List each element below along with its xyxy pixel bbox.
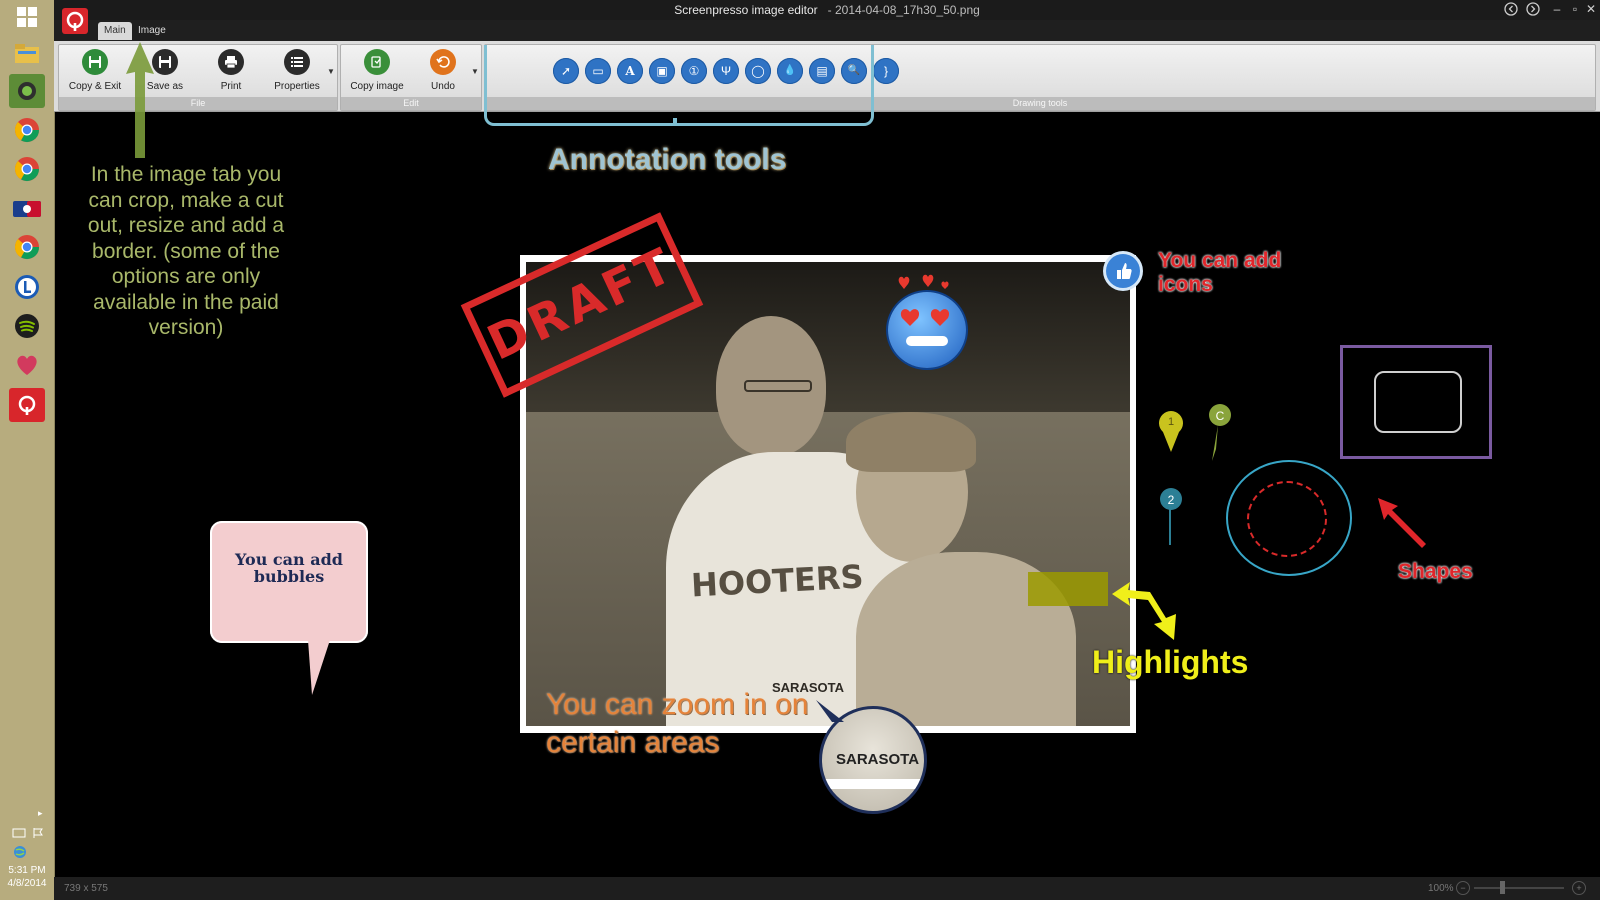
globe-icon[interactable]	[13, 845, 27, 864]
windows-start-icon[interactable]	[9, 0, 45, 34]
zoom-level: 100%	[1428, 883, 1454, 894]
show-hidden-icons-icon[interactable]: ▸	[38, 808, 43, 819]
print-icon	[218, 49, 244, 75]
title-bar: Screenpresso image editor - 2014-04-08_1…	[54, 0, 1600, 20]
file-group-label: File	[59, 97, 337, 110]
man-glasses	[744, 380, 812, 392]
copy-exit-label: Copy & Exit	[68, 81, 122, 92]
edit-group: Copy image Undo ▼ Edit	[340, 44, 482, 111]
save-icon	[82, 49, 108, 75]
ribbon-tab-row: Main Image	[54, 8, 1600, 41]
pin-2-label: 2	[1167, 493, 1175, 507]
zoom-caption: You can zoom in on certain areas	[546, 688, 809, 759]
back-icon[interactable]	[1502, 2, 1520, 19]
brace-tool-icon[interactable]: }	[873, 58, 899, 84]
spotify-icon[interactable]	[9, 309, 45, 343]
chrome-icon[interactable]	[9, 152, 45, 186]
print-button[interactable]: Print	[199, 49, 263, 92]
print-label: Print	[220, 81, 242, 92]
undo-button[interactable]: Undo	[411, 49, 475, 92]
undo-icon	[430, 49, 456, 75]
title-separator: -	[827, 3, 832, 17]
file-explorer-icon[interactable]	[9, 36, 45, 70]
magnifier-pointer	[816, 700, 844, 722]
status-bar: 739 x 575 100% − +	[54, 877, 1600, 900]
add-icons-caption: You can add icons	[1158, 249, 1282, 296]
heart-app-icon[interactable]	[9, 348, 45, 382]
magnifier-stripe	[822, 779, 924, 789]
taskbar-time[interactable]: 5:31 PM	[0, 864, 54, 877]
zoom-out-button[interactable]: −	[1456, 881, 1470, 895]
edit-dropdown-icon[interactable]: ▼	[471, 67, 479, 76]
zoom-in-button[interactable]: +	[1572, 881, 1586, 895]
chrome-icon[interactable]	[9, 230, 45, 264]
close-button[interactable]: ✕	[1582, 2, 1600, 16]
lync-icon[interactable]	[9, 270, 45, 304]
pin-1-label: 1	[1167, 416, 1175, 428]
rounded-rectangle-shape	[1374, 371, 1462, 433]
undo-label: Undo	[431, 81, 455, 92]
zoom-slider-thumb[interactable]	[1500, 881, 1505, 894]
red-arrow-icon	[1378, 498, 1426, 548]
speech-bubble: You can add bubbles	[210, 521, 368, 643]
network-icon[interactable]	[12, 826, 26, 844]
properties-button[interactable]: Properties	[265, 49, 329, 92]
annotation-tools-bracket	[484, 45, 874, 126]
dashed-ellipse-shape	[1247, 481, 1327, 557]
tab-main[interactable]: Main	[98, 22, 132, 40]
tab-image[interactable]: Image	[132, 22, 172, 40]
zoom-slider-track[interactable]	[1474, 887, 1564, 889]
app-title: Screenpresso image editor	[674, 3, 818, 17]
copy-exit-button[interactable]: Copy & Exit	[63, 49, 127, 92]
chrome-icon[interactable]	[9, 113, 45, 147]
file-name: 2014-04-08_17h30_50.png	[834, 3, 980, 17]
file-group: Copy & Exit Save as Print Properties ▼ F…	[58, 44, 338, 111]
flag-icon[interactable]	[32, 826, 44, 844]
edit-group-label: Edit	[341, 97, 481, 110]
highlight-area	[1028, 572, 1108, 606]
windows-taskbar: ▸ 5:31 PM 4/8/2014	[0, 0, 55, 900]
copy-image-button[interactable]: Copy image	[345, 49, 409, 92]
evernote-icon[interactable]	[9, 74, 45, 108]
pin-c-label: C	[1215, 409, 1225, 423]
list-icon	[284, 49, 310, 75]
screenpresso-logo-icon[interactable]	[62, 8, 88, 34]
floating-hearts-icon	[898, 274, 949, 289]
annotation-tools-caption: Annotation tools	[548, 143, 787, 176]
forward-icon[interactable]	[1524, 2, 1542, 19]
bracket-tick	[673, 118, 677, 126]
screenpresso-taskbar-icon[interactable]	[9, 388, 45, 422]
image-dimensions: 739 x 575	[64, 883, 108, 894]
minimize-button[interactable]: –	[1548, 2, 1566, 16]
bubble-tail	[308, 640, 330, 695]
properties-label: Properties	[274, 81, 320, 92]
taskbar-date[interactable]: 4/8/2014	[0, 877, 54, 890]
copy-icon	[364, 49, 390, 75]
thumbs-up-icon	[1106, 254, 1140, 288]
magnifier-text: SARASOTA	[836, 751, 920, 768]
green-arrow-icon	[126, 42, 154, 158]
mlb-icon[interactable]	[9, 192, 45, 226]
copy-image-label: Copy image	[350, 81, 404, 92]
yellow-arrow-icon	[1112, 582, 1176, 640]
bubble-text: You can add bubbles	[235, 550, 343, 586]
file-dropdown-icon[interactable]: ▼	[327, 67, 335, 76]
woman-hair	[846, 412, 976, 472]
window-title: Screenpresso image editor - 2014-04-08_1…	[54, 3, 1600, 17]
love-emoji-icon	[888, 292, 966, 368]
image-tab-note: In the image tab you can crop, make a cu…	[87, 163, 285, 339]
highlights-caption: Highlights	[1092, 644, 1249, 680]
shapes-caption: Shapes	[1398, 560, 1473, 583]
